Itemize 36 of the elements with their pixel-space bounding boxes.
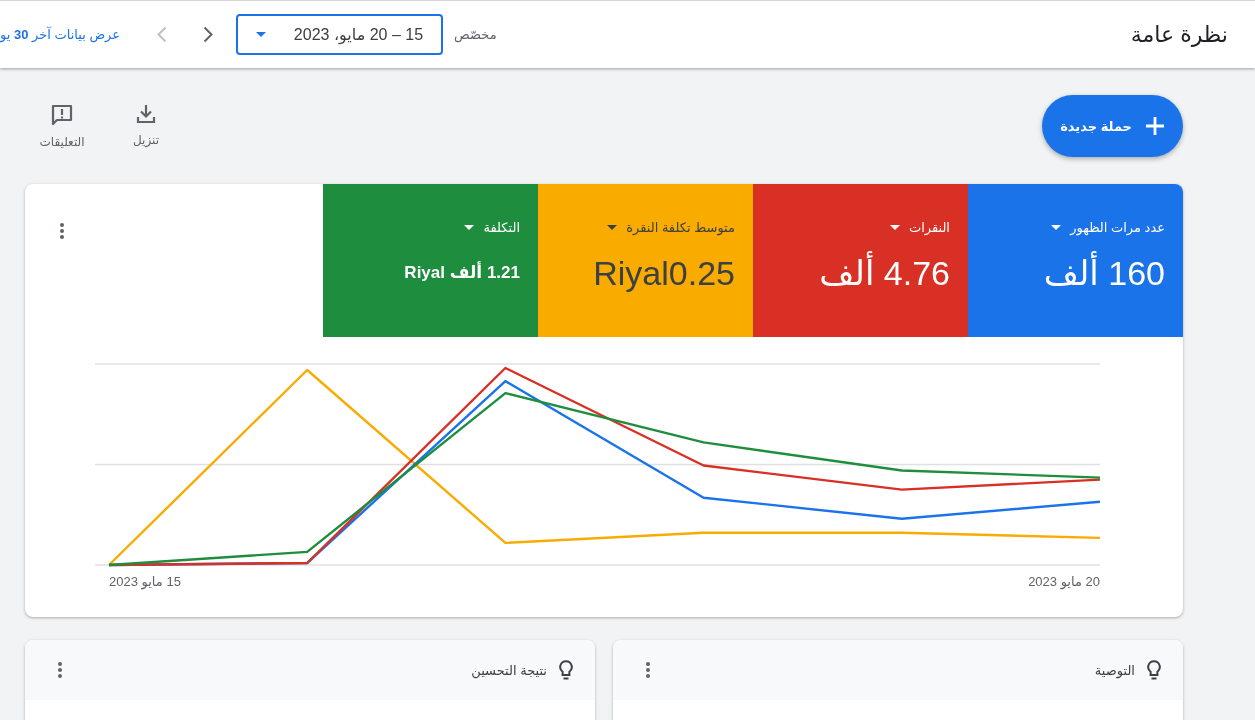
download-icon	[136, 103, 156, 124]
metric-tile[interactable]: النقرات 4.76 ألف	[753, 184, 968, 337]
metric-value: 1.21 ألف Riyal	[404, 260, 520, 284]
chevron-right-icon	[203, 26, 214, 43]
chevron-left-icon	[157, 26, 168, 43]
plus-icon	[1146, 117, 1164, 135]
metric-label: التكلفة	[483, 220, 520, 235]
card-title: نتيجة التحسين	[471, 662, 547, 678]
axis-date-label: 15 مايو 2023	[109, 574, 181, 589]
metric-tile[interactable]: عدد مرات الظهور 160 ألف	[968, 184, 1183, 337]
new-campaign-button[interactable]: حملة جديدة	[1042, 95, 1183, 157]
more-options-icon[interactable]	[57, 661, 63, 679]
card-title: التوصية	[1094, 662, 1135, 678]
metric-tile[interactable]: التكلفة 1.21 ألف Riyal	[323, 184, 538, 337]
caret-icon	[464, 225, 475, 230]
caret-icon	[1051, 225, 1062, 230]
lightbulb-icon	[559, 659, 573, 681]
download-button[interactable]: تنزيل	[117, 103, 175, 149]
lightbulb-icon	[1147, 659, 1161, 681]
metric-value: 160 ألف	[1043, 253, 1165, 293]
more-options-icon[interactable]	[645, 661, 651, 679]
metric-value: 4.76 ألف	[819, 253, 950, 293]
page-title: نظرة عامة	[1130, 21, 1228, 48]
feedback-button[interactable]: التعليقات	[33, 103, 91, 149]
metric-label: متوسط تكلفة النقرة	[626, 220, 735, 235]
caret-icon	[607, 225, 618, 230]
feedback-icon	[51, 103, 73, 126]
date-range-dropdown[interactable]: 15 – 20 مايو، 2023	[236, 14, 444, 55]
metric-label: النقرات	[908, 220, 950, 235]
metric-value: Riyal0.25	[593, 253, 735, 293]
date-range-label: مخصّص	[454, 27, 497, 42]
caret-icon	[889, 225, 900, 230]
caret-icon	[256, 32, 267, 37]
metric-label: عدد مرات الظهور	[1070, 220, 1165, 235]
more-options-icon[interactable]	[59, 222, 65, 240]
axis-date-label: 20 مايو 2023	[1028, 574, 1100, 589]
